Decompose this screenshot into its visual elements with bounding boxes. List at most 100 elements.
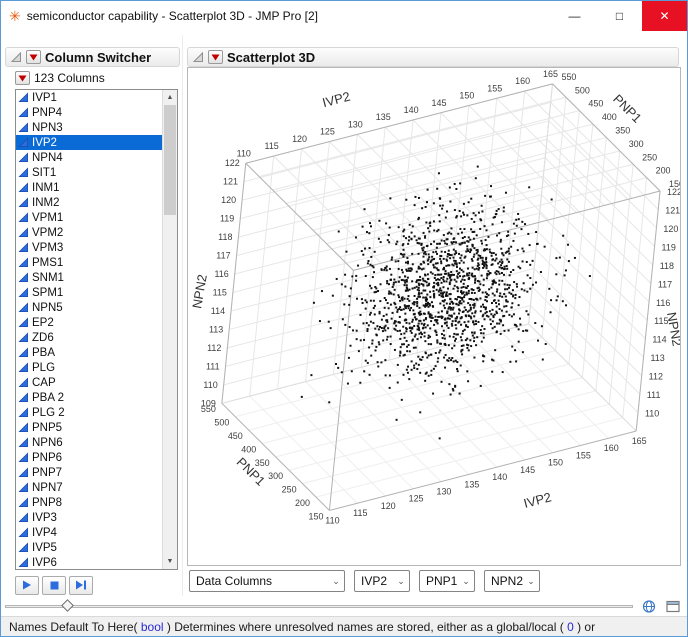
column-item[interactable]: NPN3 bbox=[16, 120, 162, 135]
column-item[interactable]: IVP1 bbox=[16, 90, 162, 105]
svg-text:135: 135 bbox=[464, 479, 479, 489]
column-item[interactable]: VPM1 bbox=[16, 210, 162, 225]
column-slider[interactable] bbox=[5, 598, 633, 614]
window-icon[interactable] bbox=[665, 599, 681, 614]
column-item-label: IVP5 bbox=[32, 542, 57, 554]
svg-text:200: 200 bbox=[295, 498, 310, 508]
svg-text:111: 111 bbox=[647, 390, 661, 400]
red-triangle-menu-button[interactable] bbox=[208, 50, 223, 64]
chevron-down-icon: ⌄ bbox=[328, 576, 344, 587]
scatterplot-3d-canvas[interactable]: 1101151201251301351401451501551601651502… bbox=[188, 68, 680, 565]
svg-text:300: 300 bbox=[268, 471, 283, 481]
svg-text:125: 125 bbox=[320, 127, 335, 137]
red-triangle-menu-button[interactable] bbox=[15, 71, 30, 85]
column-item[interactable]: SPM1 bbox=[16, 285, 162, 300]
column-item[interactable]: PNP8 bbox=[16, 495, 162, 510]
continuous-column-icon bbox=[18, 92, 29, 103]
column-item[interactable]: SNM1 bbox=[16, 270, 162, 285]
disclosure-icon[interactable] bbox=[192, 51, 204, 63]
columns-count-label: 123 Columns bbox=[34, 71, 105, 85]
play-button[interactable] bbox=[15, 576, 39, 595]
column-item-label: SIT1 bbox=[32, 167, 56, 179]
scrollbar-down-button[interactable]: ▼ bbox=[163, 554, 177, 569]
column-item[interactable]: IVP5 bbox=[16, 540, 162, 555]
column-item[interactable]: PLG bbox=[16, 360, 162, 375]
minimize-button[interactable]: — bbox=[552, 1, 597, 31]
svg-text:115: 115 bbox=[353, 508, 367, 518]
disclosure-icon[interactable] bbox=[10, 51, 22, 63]
globe-icon[interactable] bbox=[641, 599, 657, 614]
column-item[interactable]: VPM2 bbox=[16, 225, 162, 240]
slider-track[interactable] bbox=[5, 605, 633, 608]
svg-text:IVP2: IVP2 bbox=[522, 489, 553, 510]
continuous-column-icon bbox=[18, 392, 29, 403]
column-switcher-header: Column Switcher bbox=[5, 47, 180, 67]
status-bar: Names Default To Here( bool ) Determines… bbox=[1, 616, 687, 636]
column-item[interactable]: IVP6 bbox=[16, 555, 162, 569]
column-item[interactable]: PNP7 bbox=[16, 465, 162, 480]
scrollbar-thumb[interactable] bbox=[164, 105, 176, 215]
column-item[interactable]: PNP6 bbox=[16, 450, 162, 465]
column-item[interactable]: IVP4 bbox=[16, 525, 162, 540]
svg-text:120: 120 bbox=[221, 195, 236, 205]
stop-button[interactable] bbox=[42, 576, 66, 595]
svg-text:130: 130 bbox=[348, 119, 363, 129]
scrollbar-track[interactable] bbox=[163, 105, 177, 554]
continuous-column-icon bbox=[18, 257, 29, 268]
jmp-logo-icon: ✳ bbox=[9, 9, 21, 23]
svg-text:113: 113 bbox=[651, 353, 665, 363]
scrollbar-up-button[interactable]: ▲ bbox=[163, 90, 177, 105]
column-list[interactable]: IVP1 PNP4 NPN3IVP2NPN4 SIT1INM1INM2 VPM1 VPM2… bbox=[16, 90, 162, 569]
svg-text:140: 140 bbox=[404, 105, 419, 115]
column-item[interactable]: NPN7 bbox=[16, 480, 162, 495]
title-bar: ✳ semiconductor capability - Scatterplot… bbox=[1, 1, 687, 31]
main-area: Column Switcher 123 Columns IVP1 PNP4 NPN3… bbox=[1, 31, 687, 596]
data-columns-dropdown[interactable]: Data Columns ⌄ bbox=[189, 570, 345, 592]
column-item-label: VPM2 bbox=[32, 227, 63, 239]
svg-text:110: 110 bbox=[237, 148, 251, 158]
x-axis-dropdown[interactable]: IVP2 ⌄ bbox=[354, 570, 410, 592]
column-item[interactable]: NPN5 bbox=[16, 300, 162, 315]
continuous-column-icon bbox=[18, 212, 29, 223]
column-item[interactable]: PNP5 bbox=[16, 420, 162, 435]
svg-text:550: 550 bbox=[201, 404, 216, 414]
svg-text:120: 120 bbox=[663, 224, 678, 234]
column-item[interactable]: PLG 2 bbox=[16, 405, 162, 420]
red-triangle-menu-button[interactable] bbox=[26, 50, 41, 64]
continuous-column-icon bbox=[18, 122, 29, 133]
column-item[interactable]: INM2 bbox=[16, 195, 162, 210]
slider-thumb[interactable] bbox=[61, 599, 74, 612]
column-item[interactable]: VPM3 bbox=[16, 240, 162, 255]
column-item[interactable]: IVP3 bbox=[16, 510, 162, 525]
svg-text:140: 140 bbox=[492, 472, 507, 482]
column-switcher-panel: Column Switcher 123 Columns IVP1 PNP4 NPN3… bbox=[5, 35, 183, 596]
column-item-label: NPN3 bbox=[32, 122, 63, 134]
column-item-label: PNP4 bbox=[32, 107, 62, 119]
close-button[interactable]: ✕ bbox=[642, 1, 687, 31]
step-forward-button[interactable] bbox=[69, 576, 93, 595]
column-item[interactable]: PMS1 bbox=[16, 255, 162, 270]
column-item[interactable]: PBA bbox=[16, 345, 162, 360]
svg-text:116: 116 bbox=[656, 298, 670, 308]
chevron-down-icon: ⌄ bbox=[393, 576, 409, 587]
column-item-label: PNP5 bbox=[32, 422, 62, 434]
column-item[interactable]: INM1 bbox=[16, 180, 162, 195]
column-item-label: PNP7 bbox=[32, 467, 62, 479]
continuous-column-icon bbox=[18, 377, 29, 388]
column-item[interactable]: PNP4 bbox=[16, 105, 162, 120]
column-item[interactable]: NPN6 bbox=[16, 435, 162, 450]
column-item[interactable]: NPN4 bbox=[16, 150, 162, 165]
y-axis-dropdown[interactable]: PNP1 ⌄ bbox=[419, 570, 475, 592]
svg-text:118: 118 bbox=[218, 232, 232, 242]
column-item[interactable]: ZD6 bbox=[16, 330, 162, 345]
column-item[interactable]: EP2 bbox=[16, 315, 162, 330]
column-item-label: VPM1 bbox=[32, 212, 63, 224]
column-item[interactable]: SIT1 bbox=[16, 165, 162, 180]
column-item[interactable]: PBA 2 bbox=[16, 390, 162, 405]
z-axis-dropdown[interactable]: NPN2 ⌄ bbox=[484, 570, 540, 592]
svg-text:112: 112 bbox=[207, 343, 221, 353]
column-item[interactable]: IVP2 bbox=[16, 135, 162, 150]
continuous-column-icon bbox=[18, 467, 29, 478]
maximize-button[interactable]: □ bbox=[597, 1, 642, 31]
column-item[interactable]: CAP bbox=[16, 375, 162, 390]
